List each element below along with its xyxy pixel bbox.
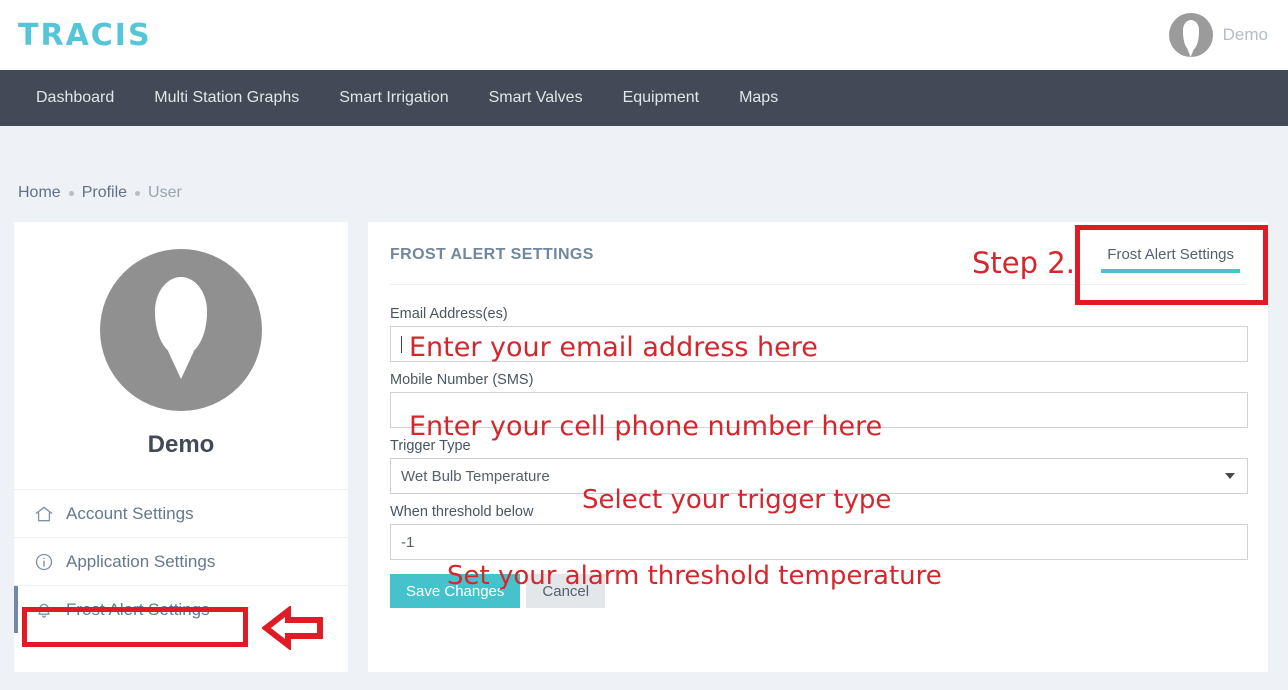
user-silhouette-icon (155, 277, 207, 355)
avatar[interactable] (1168, 13, 1213, 57)
threshold-label: When threshold below (390, 504, 534, 520)
email-input[interactable] (390, 326, 1248, 362)
field-trigger-type: Trigger Type Wet Bulb Temperature (390, 438, 1248, 494)
breadcrumb-separator-dot (68, 190, 74, 196)
breadcrumb-item-user: User (148, 184, 182, 201)
breadcrumb-item-profile[interactable]: Profile (82, 184, 127, 202)
panel-divider (390, 284, 1246, 285)
cancel-button[interactable]: Cancel (526, 574, 606, 608)
frost-alert-form: Email Address(es) Mobile Number (SMS) Tr… (390, 306, 1248, 608)
breadcrumb-separator-dot (135, 190, 141, 196)
info-circle-icon (34, 552, 54, 572)
tab-frost-alert-settings[interactable]: Frost Alert Settings (1095, 240, 1246, 273)
app-header: TRACIS Demo (0, 0, 1288, 70)
profile-sidebar: Demo Account Settings Application Settin… (14, 222, 348, 672)
form-actions: Save Changes Cancel (390, 574, 1248, 608)
sidebar-item-frost-alert-settings[interactable]: Frost Alert Settings (14, 585, 348, 633)
text-caret (401, 335, 402, 353)
email-label: Email Address(es) (390, 306, 508, 322)
chevron-down-icon (1225, 473, 1235, 479)
trigger-type-label: Trigger Type (390, 438, 471, 454)
profile-menu: Account Settings Application Settings Fr… (14, 489, 348, 633)
panel-tabs: Frost Alert Settings (1095, 240, 1246, 273)
profile-avatar (100, 249, 262, 411)
nav-item-dashboard[interactable]: Dashboard (16, 70, 134, 126)
mobile-label: Mobile Number (SMS) (390, 372, 534, 388)
main-navigation: Dashboard Multi Station Graphs Smart Irr… (0, 70, 1288, 126)
field-mobile: Mobile Number (SMS) (390, 372, 1248, 428)
panel-title: FROST ALERT SETTINGS (390, 246, 594, 263)
nav-item-smart-irrigation[interactable]: Smart Irrigation (319, 70, 468, 126)
field-threshold: When threshold below -1 (390, 504, 1248, 560)
mobile-input[interactable] (390, 392, 1248, 428)
nav-item-multi-station-graphs[interactable]: Multi Station Graphs (134, 70, 319, 126)
profile-avatar-wrap (14, 222, 348, 411)
breadcrumb-item-home[interactable]: Home (18, 184, 61, 202)
user-name-label: Demo (1222, 25, 1268, 44)
nav-item-maps[interactable]: Maps (719, 70, 798, 126)
breadcrumb: Home Profile User (18, 184, 182, 202)
trigger-type-value: Wet Bulb Temperature (401, 467, 550, 485)
nav-item-equipment[interactable]: Equipment (603, 70, 720, 126)
nav-item-smart-valves[interactable]: Smart Valves (469, 70, 603, 126)
profile-name: Demo (147, 431, 215, 458)
sidebar-item-label: Frost Alert Settings (66, 599, 210, 619)
sidebar-item-application-settings[interactable]: Application Settings (14, 537, 348, 585)
sidebar-item-account-settings[interactable]: Account Settings (14, 489, 348, 537)
frost-alert-panel: FROST ALERT SETTINGS Frost Alert Setting… (368, 222, 1268, 672)
save-changes-button[interactable]: Save Changes (390, 574, 521, 608)
bell-icon (34, 600, 54, 620)
sidebar-item-label: Application Settings (66, 551, 216, 571)
user-silhouette-icon (1182, 20, 1199, 50)
threshold-input-value: -1 (401, 533, 415, 551)
user-menu[interactable]: Demo (1168, 0, 1268, 70)
trigger-type-select[interactable]: Wet Bulb Temperature (390, 458, 1248, 494)
field-email: Email Address(es) (390, 306, 1248, 362)
app-logo: TRACIS (18, 17, 152, 53)
home-icon (34, 504, 54, 524)
threshold-input[interactable]: -1 (390, 524, 1248, 560)
sidebar-item-label: Account Settings (66, 503, 194, 523)
